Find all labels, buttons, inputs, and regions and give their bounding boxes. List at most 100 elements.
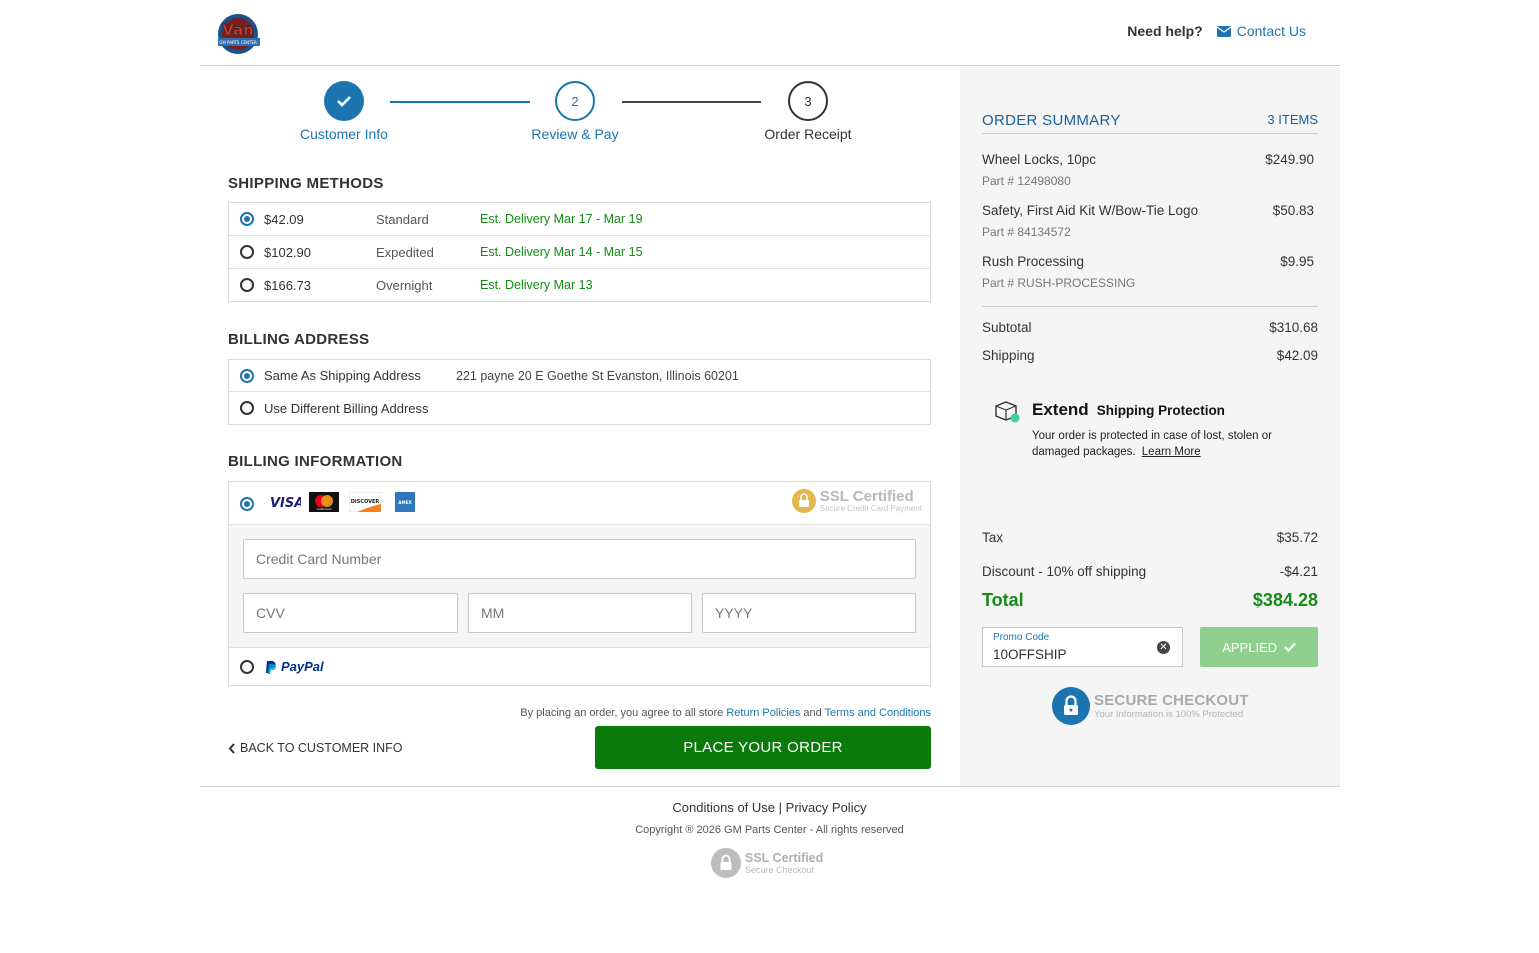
order-summary-panel: ORDER SUMMARY 3 ITEMS Wheel Locks, 10pc … bbox=[960, 67, 1340, 787]
radio-expedited[interactable] bbox=[240, 245, 254, 259]
paypal-option[interactable]: PayPal bbox=[229, 648, 930, 685]
step-connector-2 bbox=[622, 101, 761, 103]
back-to-customer-info-link[interactable]: BACK TO CUSTOMER INFO bbox=[228, 741, 403, 755]
shipping-name: Expedited bbox=[376, 244, 434, 260]
discover-logo: DISCOVER bbox=[349, 492, 381, 512]
checkmark-icon bbox=[337, 96, 351, 107]
extend-text-1: Your order is protected in case of lost,… bbox=[1032, 430, 1272, 442]
privacy-policy-link[interactable]: Privacy Policy bbox=[786, 800, 867, 815]
shipping-eta: Est. Delivery Mar 14 - Mar 15 bbox=[480, 245, 643, 259]
subtotal-label: Subtotal bbox=[982, 320, 1032, 335]
lock-icon bbox=[791, 489, 816, 513]
shipping-option-overnight[interactable]: $166.73 Overnight Est. Delivery Mar 13 bbox=[229, 269, 930, 301]
radio-credit-card[interactable] bbox=[240, 497, 254, 511]
divider bbox=[982, 306, 1318, 307]
contact-us-label: Contact Us bbox=[1236, 23, 1306, 39]
same-address-label: Same As Shipping Address bbox=[264, 368, 421, 383]
ssl-badge: SSL Certified Secure Credit Card Payment bbox=[791, 489, 922, 513]
applied-label: APPLIED bbox=[1222, 639, 1278, 655]
total-value: $384.28 bbox=[1252, 590, 1318, 610]
cvv-input[interactable] bbox=[243, 593, 458, 633]
shipping-label: Shipping bbox=[982, 348, 1035, 363]
help-area: Need help? Contact Us bbox=[1127, 23, 1306, 39]
billing-different-option[interactable]: Use Different Billing Address bbox=[229, 392, 930, 424]
site-header: Van GM PARTS CENTER Need help? Contact U… bbox=[200, 0, 1340, 66]
item-name: Wheel Locks, 10pc bbox=[982, 152, 1097, 167]
footer-ssl-title: SSL Certified bbox=[745, 850, 824, 865]
billing-information-title: BILLING INFORMATION bbox=[228, 453, 403, 470]
item-name: Rush Processing bbox=[982, 254, 1085, 269]
mastercard-logo: mastercard bbox=[309, 492, 339, 512]
shipping-methods-title: SHIPPING METHODS bbox=[228, 175, 384, 192]
step-1-label[interactable]: Customer Info bbox=[264, 126, 424, 142]
shipping-price: $102.90 bbox=[264, 244, 311, 260]
checkout-steps: Customer Info 2 Review & Pay 3 Order Rec… bbox=[228, 66, 931, 166]
tax-value: $35.72 bbox=[1276, 530, 1318, 545]
expiry-year-input[interactable] bbox=[702, 593, 916, 633]
envelope-icon bbox=[1216, 25, 1231, 37]
step-3-circle: 3 bbox=[788, 81, 828, 121]
applied-button[interactable]: APPLIED bbox=[1200, 627, 1318, 667]
place-order-button[interactable]: PLACE YOUR ORDER bbox=[595, 726, 931, 769]
shipping-name: Overnight bbox=[376, 277, 433, 293]
billing-address-options: Same As Shipping Address 221 payne 20 E … bbox=[228, 359, 931, 425]
svg-text:mastercard: mastercard bbox=[317, 507, 332, 511]
svg-text:GM PARTS CENTER: GM PARTS CENTER bbox=[219, 40, 257, 45]
different-address-label: Use Different Billing Address bbox=[264, 400, 429, 416]
promo-code-value[interactable]: 10OFFSHIP bbox=[993, 647, 1067, 662]
item-name: Safety, First Aid Kit W/Bow-Tie Logo bbox=[982, 203, 1199, 218]
clear-icon[interactable]: ✕ bbox=[1157, 641, 1170, 654]
shipping-option-expedited[interactable]: $102.90 Expedited Est. Delivery Mar 14 -… bbox=[229, 236, 930, 269]
shipping-name: Standard bbox=[376, 211, 429, 227]
radio-same-address[interactable] bbox=[240, 368, 254, 383]
discount-label: Discount - 10% off shipping bbox=[982, 564, 1147, 579]
same-address-value: 221 payne 20 E Goethe St Evanston, Illin… bbox=[456, 368, 739, 383]
need-help-text: Need help? bbox=[1127, 23, 1203, 39]
radio-overnight[interactable] bbox=[240, 278, 254, 292]
radio-different-address[interactable] bbox=[240, 401, 254, 415]
back-label: BACK TO CUSTOMER INFO bbox=[240, 741, 403, 755]
step-2-circle: 2 bbox=[555, 81, 595, 121]
footer-links: Conditions of Use | Privacy Policy bbox=[0, 800, 1539, 815]
step-2-label: Review & Pay bbox=[531, 126, 619, 142]
step-1-circle[interactable] bbox=[324, 81, 364, 121]
promo-code-field[interactable]: Promo Code 10OFFSHIP ✕ bbox=[982, 627, 1183, 667]
billing-address-title: BILLING ADDRESS bbox=[228, 331, 370, 348]
item-count: 3 ITEMS bbox=[1267, 112, 1318, 127]
store-logo[interactable]: Van GM PARTS CENTER bbox=[214, 12, 262, 56]
contact-us-link[interactable]: Contact Us bbox=[1216, 23, 1306, 39]
lock-icon bbox=[711, 848, 741, 878]
radio-paypal[interactable] bbox=[240, 660, 254, 674]
footer-ssl-subtitle: Secure Checkout bbox=[745, 864, 815, 875]
card-number-input[interactable] bbox=[243, 539, 916, 579]
radio-standard[interactable] bbox=[240, 212, 254, 226]
svg-text:Van: Van bbox=[222, 21, 254, 39]
amex-logo: AMEX bbox=[395, 492, 415, 512]
order-summary-title: ORDER SUMMARY bbox=[982, 112, 1121, 129]
paypal-label: PayPal bbox=[281, 659, 324, 674]
footer-separator: | bbox=[778, 800, 783, 815]
card-option-header[interactable]: VISA mastercard DISCOVER AMEX SSL Certif… bbox=[229, 482, 930, 525]
shipping-options: $42.09 Standard Est. Delivery Mar 17 - M… bbox=[228, 202, 931, 302]
conditions-of-use-link[interactable]: Conditions of Use bbox=[672, 800, 775, 815]
step-3-label: Order Receipt bbox=[764, 126, 852, 142]
shipping-option-standard[interactable]: $42.09 Standard Est. Delivery Mar 17 - M… bbox=[229, 203, 930, 236]
expiry-month-input[interactable] bbox=[468, 593, 692, 633]
lock-icon bbox=[1052, 687, 1090, 725]
copyright: Copyright ® 2026 GM Parts Center - All r… bbox=[635, 824, 904, 836]
item-part: Part # RUSH-PROCESSING bbox=[982, 276, 1136, 290]
terms-conditions-link[interactable]: Terms and Conditions bbox=[825, 707, 931, 719]
billing-same-option[interactable]: Same As Shipping Address 221 payne 20 E … bbox=[229, 360, 930, 392]
learn-more-link[interactable]: Learn More bbox=[1142, 446, 1201, 458]
paypal-icon bbox=[266, 660, 276, 674]
item-price: $9.95 bbox=[1280, 254, 1314, 269]
return-policies-link[interactable]: Return Policies bbox=[726, 707, 800, 719]
promo-code-label: Promo Code bbox=[993, 632, 1050, 643]
footer-ssl-badge: SSL Certified Secure Checkout bbox=[711, 848, 823, 878]
tax-label: Tax bbox=[982, 530, 1004, 545]
secure-checkout-subtitle: Your Information is 100% Protected bbox=[1094, 709, 1244, 720]
agreement-prefix: By placing an order, you agree to all st… bbox=[520, 707, 724, 719]
chevron-left-icon bbox=[228, 742, 235, 754]
card-fields-area bbox=[229, 525, 930, 648]
footer-divider bbox=[200, 786, 1340, 787]
